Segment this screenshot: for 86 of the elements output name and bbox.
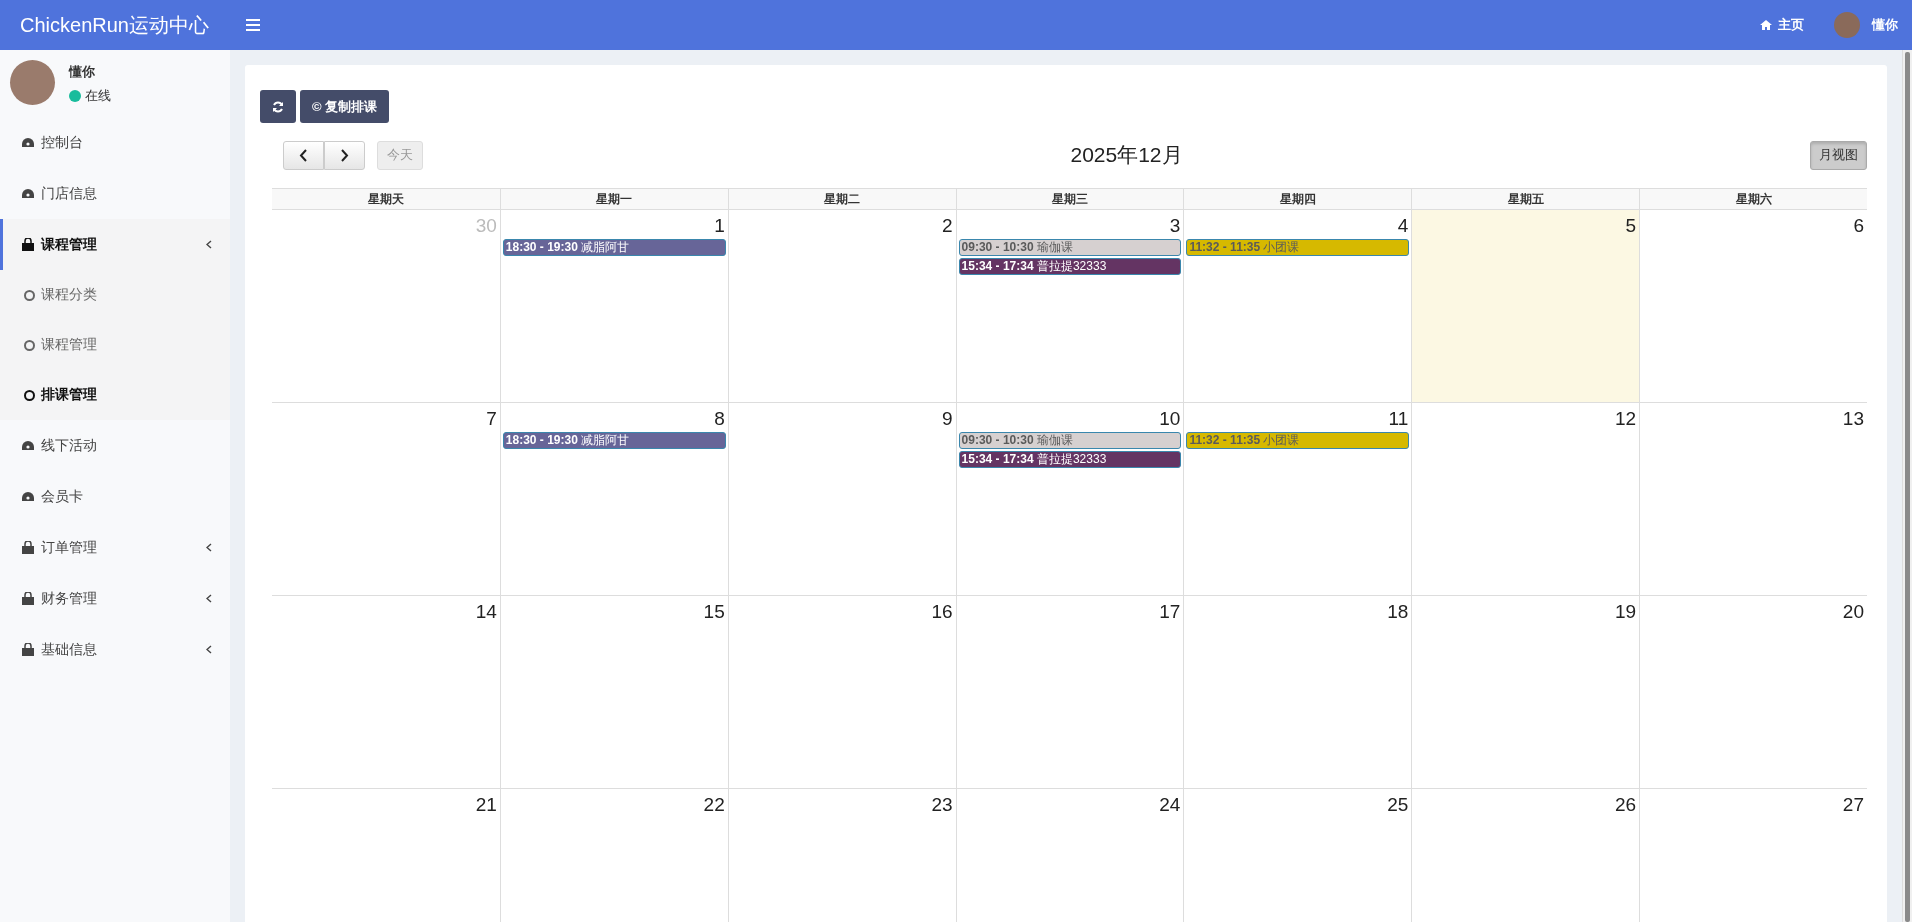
weekday-header: 星期四 xyxy=(1183,189,1412,209)
day-cell[interactable]: 27 xyxy=(1639,789,1867,922)
day-number: 5 xyxy=(1624,214,1638,237)
day-number: 30 xyxy=(474,214,498,237)
day-number: 20 xyxy=(1841,600,1865,623)
sidebar-item[interactable]: 线下活动 xyxy=(0,420,230,471)
day-number: 4 xyxy=(1396,214,1410,237)
day-number: 13 xyxy=(1841,407,1865,430)
chevron-left-icon xyxy=(299,148,308,162)
next-button[interactable] xyxy=(324,140,365,170)
calendar-event[interactable]: 09:30 - 10:30 瑜伽课 xyxy=(958,239,1182,256)
calendar-event[interactable]: 15:34 - 17:34 普拉提32333 xyxy=(958,451,1182,468)
sidebar-subitem[interactable]: 课程分类 xyxy=(0,270,230,320)
day-number: 9 xyxy=(941,407,954,430)
day-number: 21 xyxy=(474,793,498,816)
day-number: 25 xyxy=(1386,793,1410,816)
day-number: 1 xyxy=(713,214,726,237)
day-number: 16 xyxy=(930,600,954,623)
weekday-header: 星期六 xyxy=(1639,189,1867,209)
day-number: 2 xyxy=(941,214,954,237)
day-number: 3 xyxy=(1168,214,1182,237)
dashboard-icon xyxy=(21,187,35,200)
sidebar-item[interactable]: 门店信息 xyxy=(0,168,230,219)
day-cell[interactable]: 1 18:30 - 19:30 减脂阿甘 xyxy=(499,210,728,402)
home-link[interactable]: 主页 xyxy=(1760,16,1804,34)
weekday-header: 星期三 xyxy=(955,189,1184,209)
month-view-button[interactable]: 月视图 xyxy=(1810,140,1867,170)
dashboard-icon xyxy=(21,136,35,149)
refresh-icon xyxy=(272,100,284,113)
calendar-title: 2025年12月 xyxy=(1069,142,1184,168)
day-number: 11 xyxy=(1387,407,1410,430)
dashboard-icon xyxy=(21,439,35,452)
user-name[interactable]: 懂你 xyxy=(1872,16,1898,34)
status-text: 在线 xyxy=(85,87,111,105)
day-number: 12 xyxy=(1614,407,1638,430)
refresh-button[interactable] xyxy=(260,90,296,123)
weekday-header: 星期二 xyxy=(727,189,956,209)
day-number: 22 xyxy=(702,793,726,816)
sidebar-item[interactable]: 会员卡 xyxy=(0,471,230,522)
prev-button[interactable] xyxy=(283,140,324,170)
today-cell[interactable]: 5 xyxy=(1411,210,1640,402)
menu-icon[interactable] xyxy=(246,19,260,31)
day-number: 6 xyxy=(1852,214,1865,237)
day-cell[interactable]: 8 18:30 - 19:30 减脂阿甘 xyxy=(499,403,728,595)
sidebar-item[interactable]: 基础信息 xyxy=(0,624,230,675)
sidebar-item[interactable]: 控制台 xyxy=(0,117,230,168)
sidebar-subitem[interactable]: 排课管理 xyxy=(0,370,230,420)
day-number: 15 xyxy=(702,600,726,623)
day-number: 27 xyxy=(1841,793,1865,816)
day-cell[interactable]: 4 11:32 - 11:35 小团课 xyxy=(1183,210,1412,402)
avatar-placeholder xyxy=(10,60,55,105)
sidebar-subitem[interactable]: 课程管理 xyxy=(0,320,230,370)
day-number: 23 xyxy=(930,793,954,816)
dashboard-icon xyxy=(21,490,35,503)
calendar-event[interactable]: 09:30 - 10:30 瑜伽课 xyxy=(958,432,1182,449)
user-name: 懂你 xyxy=(69,63,96,81)
day-number: 18 xyxy=(1386,600,1410,623)
copy-schedule-button[interactable]: © 复制排课 xyxy=(300,90,390,123)
weekday-header: 星期五 xyxy=(1411,189,1640,209)
weekday-header: 星期天 xyxy=(366,191,405,208)
day-cell[interactable]: 10 09:30 - 10:30 瑜伽课 15:34 - 17:34 普拉提32333 xyxy=(955,403,1184,595)
app-logo[interactable]: ChickenRun运动中心 xyxy=(0,11,230,39)
chevron-right-icon xyxy=(340,148,349,162)
day-number: 14 xyxy=(474,600,498,623)
day-cell[interactable]: 11 11:32 - 11:35 小团课 xyxy=(1183,403,1412,595)
online-status-dot xyxy=(69,90,81,102)
day-number: 19 xyxy=(1614,600,1638,623)
day-number: 8 xyxy=(713,407,726,430)
calendar-event[interactable]: 11:32 - 11:35 小团课 xyxy=(1186,432,1410,449)
calendar-event[interactable]: 18:30 - 19:30 减脂阿甘 xyxy=(502,239,726,256)
calendar-event[interactable]: 11:32 - 11:35 小团课 xyxy=(1186,239,1410,256)
calendar-event[interactable]: 18:30 - 19:30 减脂阿甘 xyxy=(502,432,726,449)
sidebar-item[interactable]: 订单管理 xyxy=(0,522,230,573)
day-cell[interactable]: 6 xyxy=(1639,210,1867,402)
calendar-event[interactable]: 15:34 - 17:34 普拉提32333 xyxy=(958,258,1182,275)
home-icon xyxy=(1760,20,1772,30)
day-number: 24 xyxy=(1158,793,1182,816)
day-cell[interactable]: 20 xyxy=(1639,596,1867,788)
weekday-header: 星期一 xyxy=(499,189,728,209)
day-number: 7 xyxy=(485,407,498,430)
day-cell[interactable]: 3 09:30 - 10:30 瑜伽课 15:34 - 17:34 普拉提32333 xyxy=(955,210,1184,402)
day-number: 17 xyxy=(1158,600,1182,623)
day-number: 26 xyxy=(1614,793,1638,816)
day-number: 10 xyxy=(1158,407,1182,430)
sidebar-item[interactable]: 财务管理 xyxy=(0,573,230,624)
day-cell[interactable]: 13 xyxy=(1639,403,1867,595)
